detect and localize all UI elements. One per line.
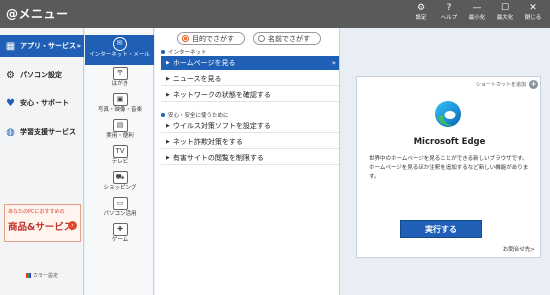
cart-icon: ⛟ [112,171,128,184]
search-by-purpose-radio[interactable]: 目的でさがす [177,32,245,45]
search-by-name-radio[interactable]: 名前でさがす [253,32,321,45]
globe-icon: ◍ [6,126,15,138]
maximize-icon: ☐ [500,3,510,13]
category-sidebar: ▦ アプリ・サービス » ⚙ パソコン設定 ♥ 安心・サポート ◍ 学習支援サー… [0,28,84,295]
globe-mail-icon: ✉ [112,37,127,51]
app-title: @メニュー [6,7,69,21]
subcategory-label: テレビ [111,159,129,165]
menu-item-check-network[interactable]: ▶ ネットワークの状態を確認する [161,88,339,102]
maximize-button[interactable]: ☐ 最大化 [491,3,519,25]
subcategory-label: ゲーム [111,237,129,243]
category-apps-services[interactable]: ▦ アプリ・サービス » [0,35,84,57]
menu-item-fraud-protection[interactable]: ▶ ネット詐欺対策をする [161,135,339,149]
search-by-name-label: 名前でさがす [268,34,310,43]
menu-item-restrict-harmful-sites[interactable]: ▶ 有害サイトの閲覧を制限する [161,151,339,165]
contact-link[interactable]: お問合せ先> [503,245,535,253]
category-label: パソコン設定 [20,71,62,79]
menu-item-view-homepage[interactable]: ▶ ホームページを見る » [161,56,339,70]
banner-subtitle: あなたのPCにおすすめの [8,209,65,215]
edge-logo-icon [435,101,461,127]
minimize-label: 最小化 [468,15,486,21]
subcategory-game[interactable]: ✚ ゲーム [88,221,152,251]
help-label: ヘルプ [440,15,458,21]
gamepad-icon: ✚ [112,223,128,236]
menu-item-label: ネット詐欺対策をする [172,137,243,146]
detail-panel: ショートカットを追加 + Microsoft Edge 世界中のホームページを見… [341,28,550,295]
section-heading-internet: インターネット [161,48,207,56]
run-button[interactable]: 実行する [400,220,482,238]
settings-button[interactable]: ⚙ 設定 [407,3,435,25]
bullet-icon [161,113,165,117]
postcard-icon: 〒 [112,67,128,80]
subcategory-label: インターネット・メール [89,52,150,58]
triangle-right-icon: ▶ [166,122,170,129]
help-icon: ? [446,3,452,13]
menu-item-view-news[interactable]: ▶ ニュースを見る [161,72,339,86]
chevron-right-icon: » [331,58,336,67]
radio-unselected-icon [258,35,265,42]
app-description: 世界中のホームページを見ることができる新しいブラウザです。ホームページを見るほか… [369,156,529,180]
triangle-right-icon: ▶ [166,75,170,82]
gear-icon: ⚙ [6,69,15,81]
close-label: 閉じる [524,15,542,21]
subcategory-label: はがき [111,81,129,87]
menu-item-label: ウイルス対策ソフトを設定する [172,121,271,130]
subcategory-sidebar: ✉ インターネット・メール 〒 はがき ▣ 写真・映像・音楽 ▤ 実用・便利 T… [85,28,154,295]
subcategory-label: ショッピング [103,185,137,191]
menu-item-label: 有害サイトの閲覧を制限する [172,153,264,162]
subcategory-label: パソコン活用 [103,211,137,217]
menu-item-label: ニュースを見る [172,74,222,83]
minimize-button[interactable]: — 最小化 [463,3,491,25]
subcategory-internet-mail[interactable]: ✉ インターネット・メール [85,35,154,65]
help-button[interactable]: ? ヘルプ [435,3,463,25]
arrow-right-icon: › [68,221,77,230]
plus-icon: + [529,80,538,89]
search-by-purpose-label: 目的でさがす [192,34,234,43]
menu-item-label: ネットワークの状態を確認する [172,90,271,99]
color-setting-link[interactable]: カラー設定 [26,272,58,279]
category-label: 学習支援サービス [20,128,76,136]
gear-icon: ⚙ [416,3,426,13]
maximize-label: 最大化 [496,15,514,21]
toolbox-icon: ▤ [112,119,128,132]
radio-selected-icon [182,35,189,42]
bullet-icon [161,50,165,54]
settings-label: 設定 [415,15,427,21]
triangle-right-icon: ▶ [166,91,170,98]
tv-icon: TV [112,145,128,158]
triangle-right-icon: ▶ [166,138,170,145]
section-heading-safety: 安心・安全に使うために [161,111,229,119]
palette-icon [26,273,31,278]
task-menu: 目的でさがす 名前でさがす インターネット ▶ ホームページを見る » ▶ ニュ… [155,28,340,295]
photo-icon: ▣ [112,93,128,106]
close-icon: ✕ [529,3,537,13]
category-pc-settings[interactable]: ⚙ パソコン設定 [0,64,84,86]
category-label: アプリ・サービス [20,42,76,50]
chevron-right-icon: » [76,42,81,50]
title-bar: @メニュー ⚙ 設定 ? ヘルプ — 最小化 ☐ 最大化 ✕ 閉じる [0,0,550,28]
menu-item-label: ホームページを見る [172,58,236,67]
category-learning-support[interactable]: ◍ 学習支援サービス [0,121,84,143]
add-shortcut-label: ショートカットを追加 [475,82,526,88]
color-setting-label: カラー設定 [33,273,59,279]
close-button[interactable]: ✕ 閉じる [519,3,547,25]
menu-item-antivirus[interactable]: ▶ ウイルス対策ソフトを設定する [161,119,339,133]
pc-icon: ▭ [112,197,128,210]
minimize-icon: — [472,3,482,13]
section-heading-label: 安心・安全に使うために [168,113,229,119]
heart-icon: ♥ [6,97,15,109]
add-shortcut-button[interactable]: ショートカットを追加 + [476,80,538,89]
recommended-products-banner[interactable]: あなたのPCにおすすめの 商品&サービス › [4,204,81,242]
subcategory-label: 写真・映像・音楽 [97,107,142,113]
category-safety-support[interactable]: ♥ 安心・サポート [0,92,84,114]
category-label: 安心・サポート [20,99,69,107]
banner-title: 商品&サービス [8,222,74,233]
triangle-right-icon: ▶ [166,154,170,161]
apps-grid-icon: ▦ [5,40,16,52]
subcategory-label: 実用・便利 [106,133,134,139]
triangle-right-icon: ▶ [166,59,170,66]
app-name: Microsoft Edge [413,137,486,147]
app-detail-card: ショートカットを追加 + Microsoft Edge 世界中のホームページを見… [356,76,541,258]
section-heading-label: インターネット [168,50,207,56]
